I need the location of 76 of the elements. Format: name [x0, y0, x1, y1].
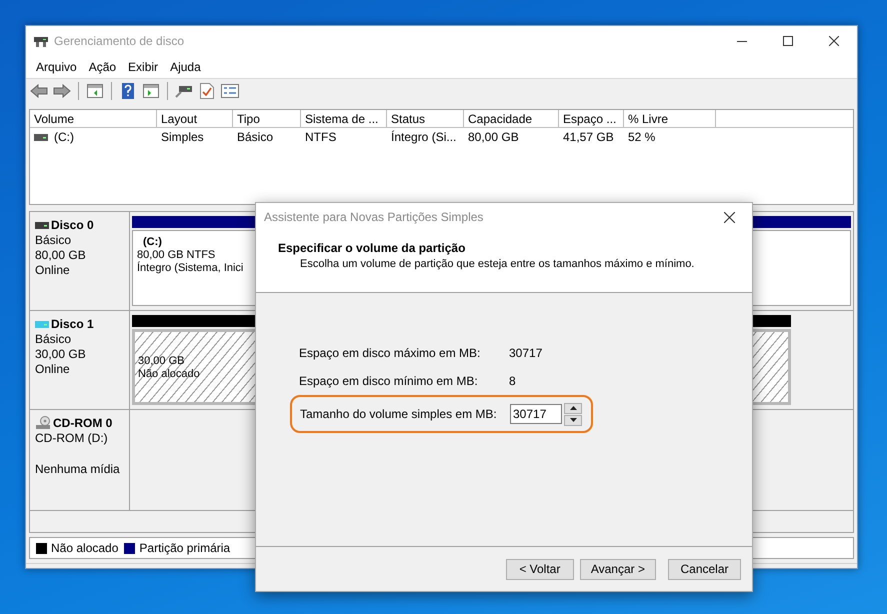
field-label: Espaço em disco mínimo em MB: [299, 374, 479, 388]
disk-type: CD-ROM (D:) [35, 431, 109, 445]
drive-icon [34, 134, 48, 140]
table-cell: 52 % [628, 130, 656, 144]
field-label: Tamanho do volume simples em MB: [300, 407, 498, 421]
forward-button[interactable] [52, 81, 72, 101]
menu-item[interactable]: Arquivo [30, 60, 83, 74]
panel-button[interactable] [141, 81, 161, 101]
dialog-subheading: Escolha um volume de partição que esteja entre os tamanhos máximo e mínimo. [300, 258, 696, 270]
wizard-button[interactable]: Avançar > [580, 558, 656, 580]
field-value: 30717 [509, 346, 544, 360]
window-title: Gerenciamento de disco [54, 34, 186, 48]
menu-item[interactable]: Ação [82, 60, 122, 74]
table-cell: 41,57 GB [563, 130, 614, 144]
wizard-button[interactable]: Cancelar [668, 558, 741, 580]
disk-name: Disco 0 [51, 218, 94, 232]
cd-drive-icon [35, 416, 51, 430]
dialog-title: Assistente para Novas Partições Simples [264, 210, 484, 224]
column-header[interactable]: Status [387, 110, 464, 128]
check-button[interactable] [197, 81, 217, 101]
partition-title: (C:) [143, 236, 162, 248]
list-icon [221, 84, 239, 98]
legend-label: Partição primária [139, 541, 230, 555]
down-arrow-icon [570, 418, 576, 422]
field-label: Espaço em disco máximo em MB: [299, 346, 482, 360]
dialog-heading: Especificar o volume da partição [278, 241, 466, 255]
up-arrow-icon [570, 406, 576, 410]
size-field[interactable]: 30717 [510, 404, 562, 424]
column-header[interactable]: % Livre [624, 110, 716, 128]
disk-name: CD-ROM 0 [53, 416, 112, 430]
table-cell: Simples [161, 130, 204, 144]
table-cell: NTFS [305, 130, 336, 144]
list-button[interactable] [220, 81, 240, 101]
partition-info: Íntegro (Sistema, Inici [137, 262, 244, 274]
disk-status: Online [35, 362, 71, 376]
disk-size: 30,00 GB [35, 347, 87, 361]
menu-item[interactable]: Ajuda [164, 60, 207, 74]
disk-status: Online [35, 263, 71, 277]
disk-type: Básico [35, 332, 72, 346]
menu-item[interactable]: Exibir [122, 60, 164, 74]
column-header[interactable]: Capacidade [464, 110, 559, 128]
panel-button[interactable] [85, 81, 105, 101]
close-icon [724, 212, 734, 222]
partition-info: 30,00 GB [138, 354, 184, 366]
column-header[interactable]: Sistema de ... [301, 110, 387, 128]
field-value: 8 [509, 374, 517, 388]
panel-icon [87, 84, 103, 98]
column-header[interactable]: Espaço ... [559, 110, 624, 128]
back-button[interactable] [29, 81, 49, 101]
table-cell: Íntegro (Si... [391, 130, 456, 144]
partition-info: Não alocado [138, 368, 200, 380]
partition-info: 80,00 GB NTFS [137, 249, 216, 261]
disk-status: Nenhuma mídia [35, 462, 121, 476]
wizard-button[interactable]: < Voltar [506, 558, 574, 580]
disk-name: Disco 1 [51, 317, 94, 331]
forward-arrow-icon [53, 84, 71, 98]
app-icon [34, 35, 48, 47]
help-icon [122, 83, 134, 99]
panel-icon [143, 84, 159, 98]
disk-size: 80,00 GB [35, 248, 87, 262]
table-cell: 80,00 GB [468, 130, 519, 144]
spin-up-button[interactable] [564, 402, 582, 414]
drive-icon [175, 84, 193, 98]
back-arrow-icon [30, 84, 48, 98]
checklist-icon [200, 83, 214, 99]
spin-down-button[interactable] [564, 414, 582, 426]
table-cell: Básico [237, 130, 274, 144]
close-icon [829, 36, 839, 46]
column-header[interactable]: Tipo [233, 110, 301, 128]
disk-type: Básico [35, 233, 72, 247]
table-cell: (C:) [54, 130, 74, 144]
legend-label: Não alocado [51, 541, 118, 555]
minimize-icon [737, 40, 747, 42]
maximize-icon [783, 36, 793, 46]
column-header[interactable]: Volume [30, 110, 157, 128]
column-header[interactable]: Layout [157, 110, 233, 128]
